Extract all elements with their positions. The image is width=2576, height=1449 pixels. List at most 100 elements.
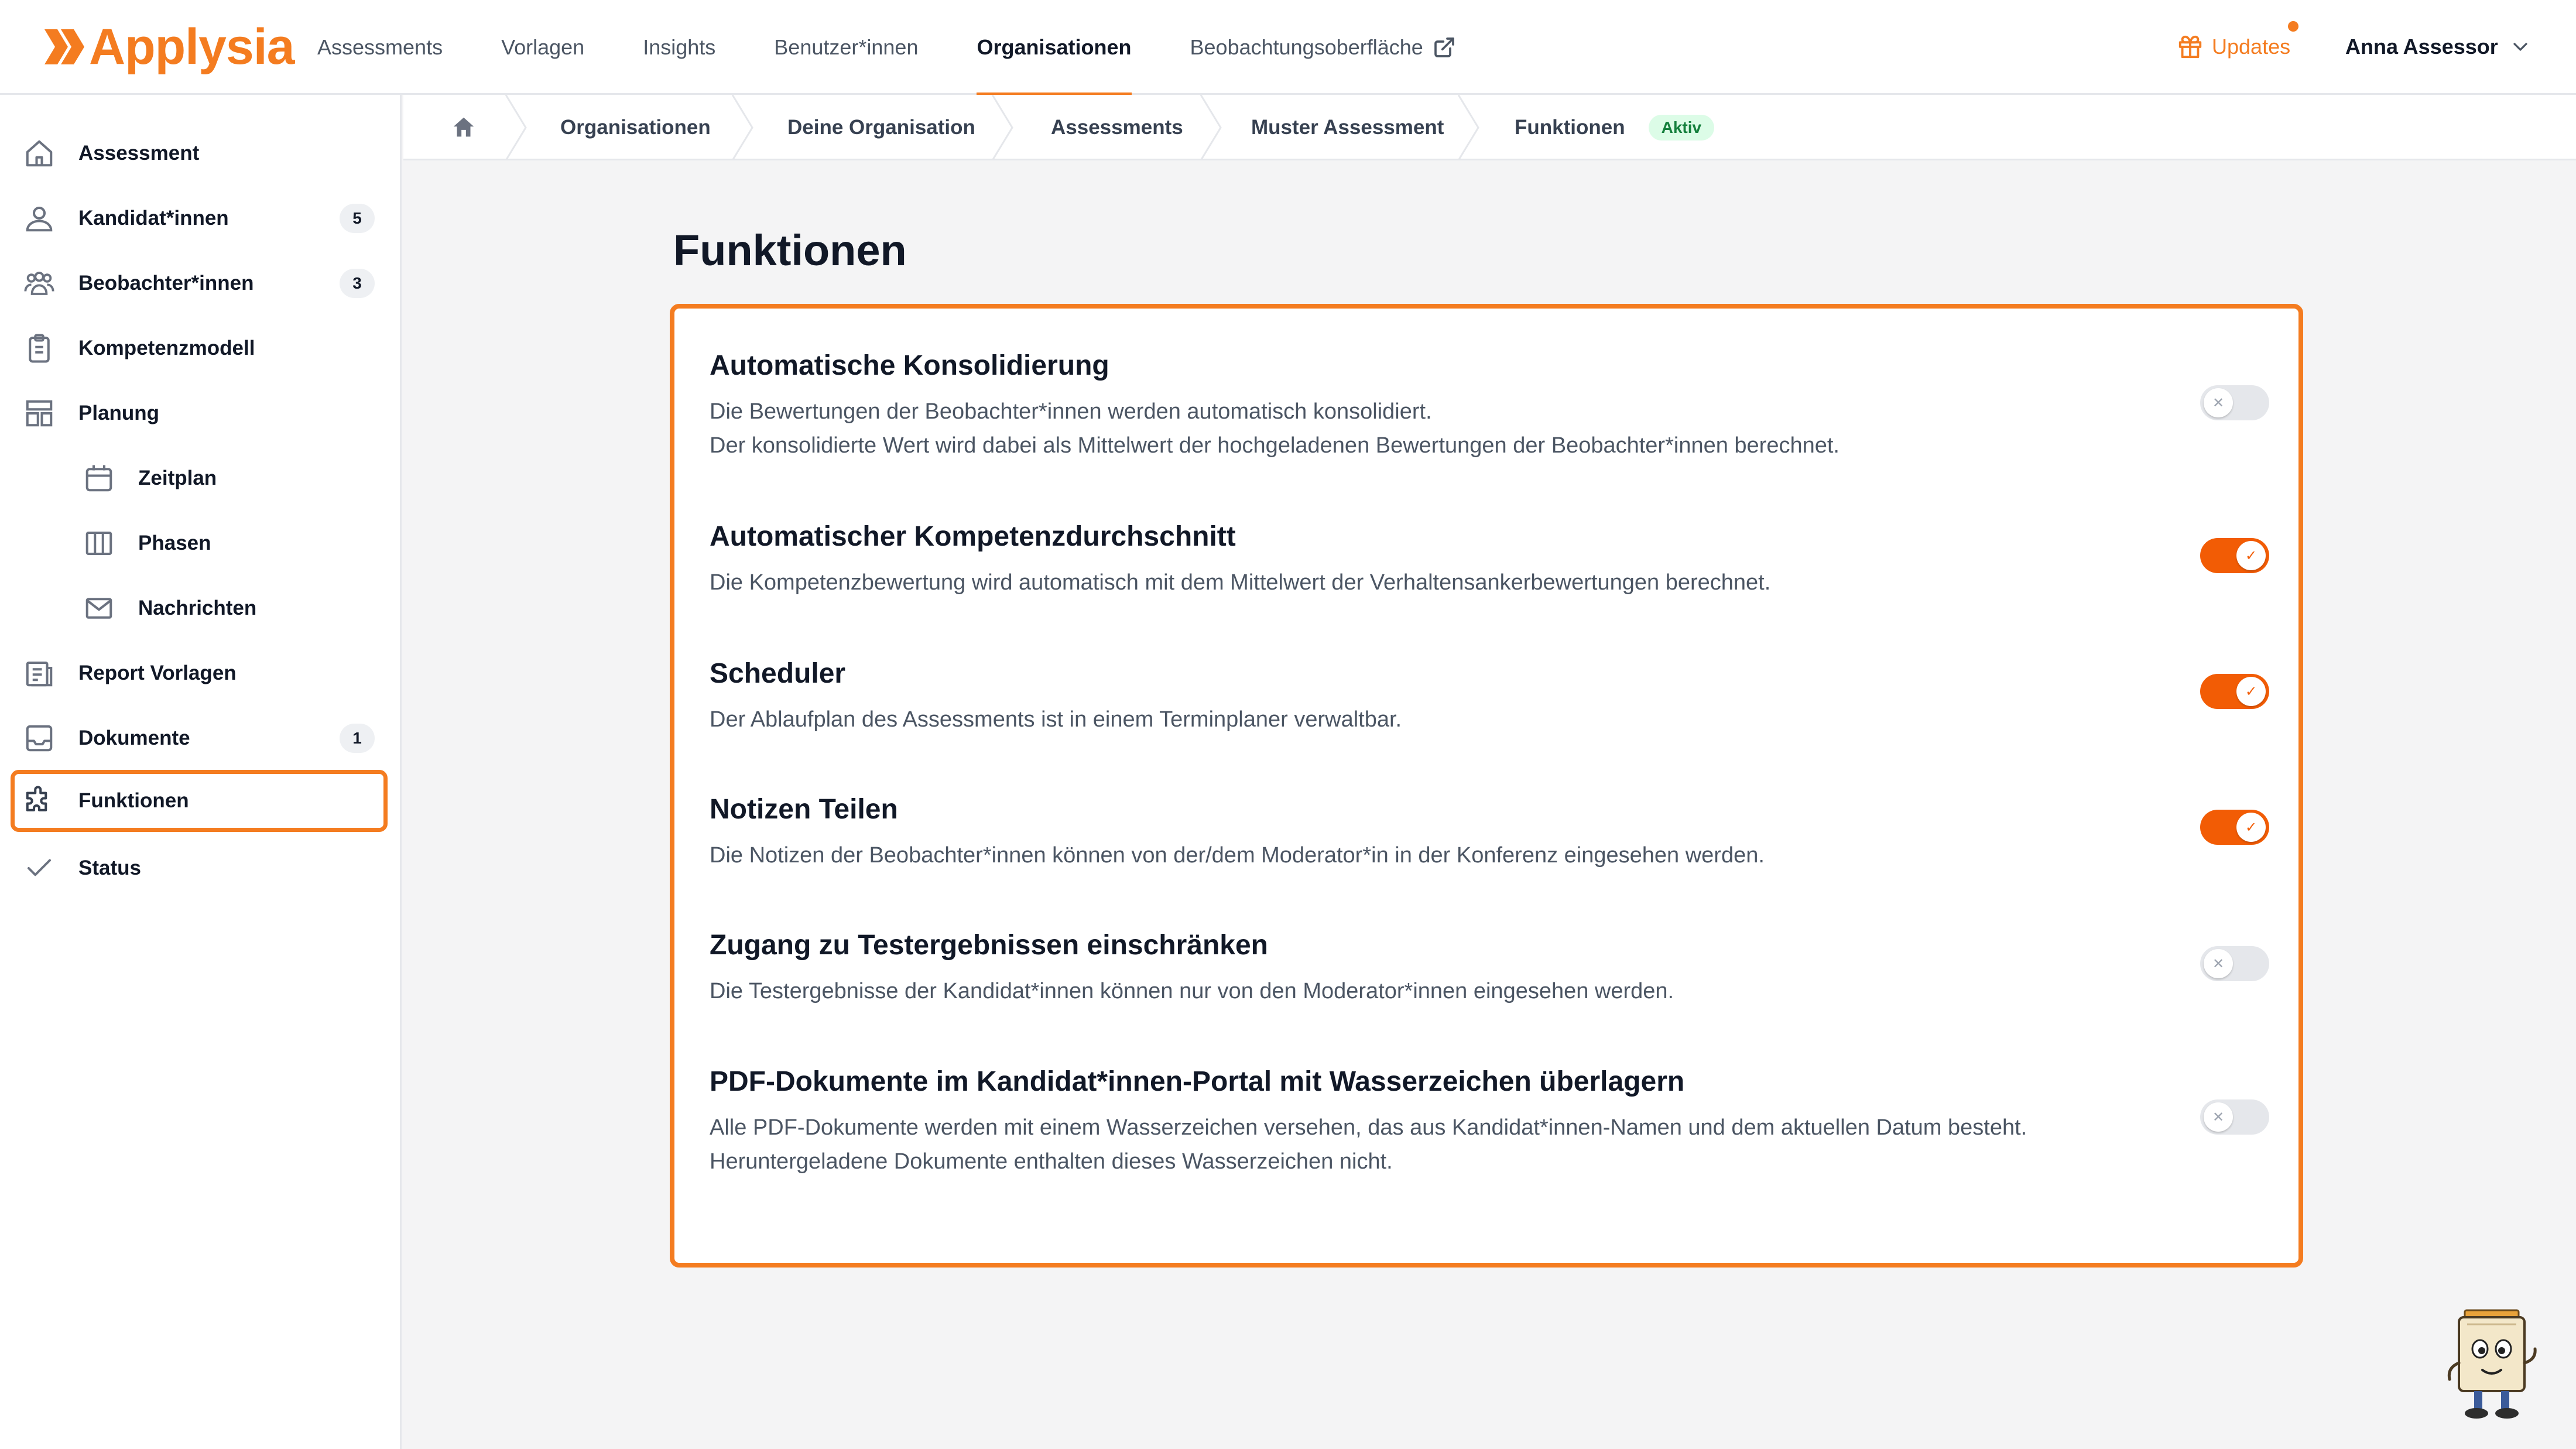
sidebar-item-label: Status — [78, 857, 141, 879]
nav-vorlagen[interactable]: Vorlagen — [501, 0, 584, 95]
check-icon — [27, 859, 52, 876]
nav-insights[interactable]: Insights — [643, 0, 715, 95]
sidebar: Assessment Kandidat*innen 5 Beobachter*i… — [0, 95, 402, 1449]
main-nav: Assessments Vorlagen Insights Benutzer*i… — [317, 0, 1515, 97]
top-navigation-bar: Applysia Assessments Vorlagen Insights B… — [0, 0, 2576, 97]
count-badge: 3 — [340, 269, 375, 298]
sidebar-item-phasen[interactable]: Phasen — [11, 514, 388, 573]
features-card: Automatische Konsolidierung Die Bewertun… — [670, 304, 2303, 1268]
breadcrumb-separator — [991, 95, 1013, 160]
layout-icon — [26, 400, 53, 427]
home-icon — [26, 140, 53, 167]
sidebar-item-label: Dokumente — [78, 727, 190, 749]
updates-button[interactable]: Updates — [2177, 21, 2298, 63]
nav-assessments[interactable]: Assessments — [317, 0, 443, 95]
sidebar-item-kompetenzmodell[interactable]: Kompetenzmodell — [11, 319, 388, 378]
feature-automatische-konsolidierung: Automatische Konsolidierung Die Bewertun… — [710, 350, 2185, 463]
feature-title: Scheduler — [710, 658, 846, 689]
nav-benutzer-innen[interactable]: Benutzer*innen — [774, 0, 918, 95]
breadcrumb-muster-assessment[interactable]: Muster Assessment — [1251, 95, 1444, 160]
breadcrumb-organisationen[interactable]: Organisationen — [560, 95, 711, 160]
sidebar-item-report-vorlagen[interactable]: Report Vorlagen — [11, 644, 388, 703]
sidebar-item-label: Funktionen — [78, 789, 189, 812]
breadcrumb-deine-organisation[interactable]: Deine Organisation — [787, 95, 975, 160]
feature-description: Der Ablaufplan des Assessments ist in ei… — [710, 707, 1402, 732]
feature-title: Automatische Konsolidierung — [710, 350, 1109, 381]
applysia-logo[interactable]: Applysia — [44, 18, 294, 76]
columns-icon — [85, 531, 112, 556]
mascot-document-character-icon[interactable] — [2441, 1307, 2547, 1424]
user-icon — [26, 206, 53, 232]
breadcrumb-home[interactable] — [450, 95, 477, 160]
toggle-on-check-icon: ✓ — [2236, 813, 2266, 842]
toggle-scheduler[interactable]: ✓ — [2200, 674, 2269, 709]
chevron-down-icon — [2513, 43, 2527, 51]
nav-beobachtungsoberflaeche-label: Beobachtungsoberfläche — [1190, 35, 1423, 59]
calendar-icon — [85, 465, 112, 492]
feature-description: Die Bewertungen der Beobachter*innen wer… — [710, 399, 1432, 424]
users-icon — [24, 272, 54, 295]
breadcrumb-assessments[interactable]: Assessments — [1051, 95, 1183, 160]
feature-description: Die Testergebnisse der Kandidat*innen kö… — [710, 979, 1674, 1003]
feature-description: Alle PDF-Dokumente werden mit einem Wass… — [710, 1115, 2027, 1140]
sidebar-item-dokumente[interactable]: Dokumente 1 — [11, 709, 388, 768]
sidebar-item-assessment[interactable]: Assessment — [11, 124, 388, 183]
clipboard-icon — [29, 334, 50, 363]
inbox-icon — [26, 725, 53, 752]
sidebar-item-label: Report Vorlagen — [78, 662, 237, 684]
feature-title: Automatischer Kompetenzdurchschnitt — [710, 521, 1236, 552]
feature-automatischer-kompetenzdurchschnitt: Automatischer Kompetenzdurchschnitt Die … — [710, 520, 2185, 600]
nav-beobachtungsoberflaeche[interactable]: Beobachtungsoberfläche — [1190, 0, 1456, 95]
toggle-off-x-icon: ✕ — [2204, 1102, 2233, 1132]
count-badge: 5 — [340, 204, 375, 233]
feature-description: Die Notizen der Beobachter*innen können … — [710, 843, 1765, 868]
sidebar-item-label: Kompetenzmodell — [78, 337, 255, 359]
sidebar-item-planung[interactable]: Planung — [11, 384, 388, 443]
toggle-notizen-teilen[interactable]: ✓ — [2200, 810, 2269, 845]
user-menu[interactable]: Anna Assessor — [2345, 30, 2532, 63]
sidebar-item-funktionen[interactable]: Funktionen — [11, 770, 388, 832]
external-link-icon — [1434, 37, 1454, 57]
updates-label: Updates — [2212, 35, 2291, 59]
sidebar-item-status[interactable]: Status — [11, 839, 388, 898]
sidebar-item-zeitplan[interactable]: Zeitplan — [11, 449, 388, 508]
feature-description: Heruntergeladene Dokumente enthalten die… — [710, 1149, 1393, 1174]
sidebar-item-kandidat-innen[interactable]: Kandidat*innen 5 — [11, 189, 388, 248]
nav-organisationen[interactable]: Organisationen — [977, 0, 1132, 97]
sidebar-item-beobachter-innen[interactable]: Beobachter*innen 3 — [11, 254, 388, 313]
breadcrumb-separator — [505, 95, 527, 160]
sidebar-item-nachrichten[interactable]: Nachrichten — [11, 579, 388, 638]
logo-text: Applysia — [89, 18, 294, 75]
breadcrumb-current-label: Funktionen — [1515, 116, 1625, 139]
sidebar-item-label: Assessment — [78, 142, 200, 165]
feature-scheduler: Scheduler Der Ablaufplan des Assessments… — [710, 657, 2185, 737]
feature-description: Die Kompetenzbewertung wird automatisch … — [710, 570, 1771, 595]
breadcrumb-funktionen: Funktionen Aktiv — [1515, 95, 1715, 160]
feature-description: Der konsolidierte Wert wird dabei als Mi… — [710, 433, 1839, 458]
breadcrumb-separator — [1457, 95, 1479, 160]
feature-title: PDF-Dokumente im Kandidat*innen-Portal m… — [710, 1066, 1685, 1097]
puzzle-icon — [26, 786, 47, 811]
toggle-automatische-konsolidierung[interactable]: ✕ — [2200, 385, 2269, 420]
toggle-pdf-wasserzeichen[interactable]: ✕ — [2200, 1099, 2269, 1135]
breadcrumb-separator — [731, 95, 753, 160]
feature-notizen-teilen: Notizen Teilen Die Notizen der Beobachte… — [710, 793, 2185, 872]
page-title: Funktionen — [673, 226, 907, 275]
feature-title: Zugang zu Testergebnissen einschränken — [710, 930, 1268, 961]
count-badge: 1 — [340, 724, 375, 753]
breadcrumb: Organisationen Deine Organisation Assess… — [403, 95, 2576, 160]
sidebar-item-label: Phasen — [138, 532, 211, 554]
breadcrumb-separator — [1200, 95, 1222, 160]
toggle-zugang-testergebnisse[interactable]: ✕ — [2200, 946, 2269, 981]
home-icon — [453, 117, 474, 137]
feature-zugang-testergebnisse: Zugang zu Testergebnissen einschränken D… — [710, 929, 2185, 1008]
feature-title: Notizen Teilen — [710, 794, 898, 825]
toggle-on-check-icon: ✓ — [2236, 677, 2266, 706]
mail-icon — [85, 598, 112, 619]
toggle-automatischer-kompetenzdurchschnitt[interactable]: ✓ — [2200, 538, 2269, 573]
sidebar-item-label: Nachrichten — [138, 597, 257, 619]
sidebar-item-label: Zeitplan — [138, 467, 217, 489]
sidebar-item-label: Planung — [78, 402, 160, 424]
user-name: Anna Assessor — [2345, 35, 2498, 59]
toggle-off-x-icon: ✕ — [2204, 388, 2233, 417]
